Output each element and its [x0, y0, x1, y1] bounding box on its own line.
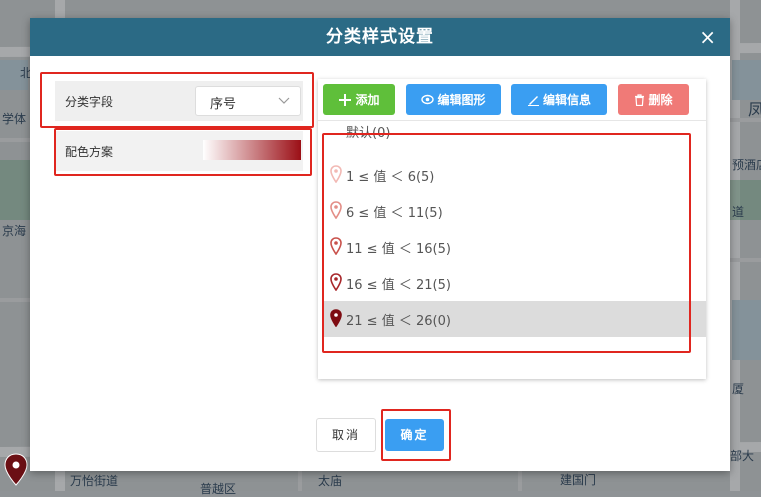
map-label: 道: [732, 205, 745, 219]
map-label: 普越区: [200, 482, 237, 496]
add-button[interactable]: 添加: [323, 84, 395, 115]
add-button-label: 添加: [355, 93, 380, 107]
dialog-header: 分类样式设置 ×: [30, 18, 730, 56]
map-label: 预酒店: [732, 158, 761, 172]
color-scheme-highlight: [54, 128, 312, 176]
delete-button[interactable]: 删除: [618, 84, 689, 115]
plus-icon: [339, 93, 352, 106]
class-list-highlight: [322, 133, 691, 353]
map-label: 京海: [2, 224, 27, 238]
dialog-title: 分类样式设置: [326, 27, 434, 47]
map-label: 太庙: [318, 474, 343, 488]
pencil-icon: [527, 96, 539, 106]
classification-style-dialog: 分类样式设置 × 分类字段 序号 配色方案 添加 编辑图形 编辑信息 删除 默认…: [30, 18, 730, 471]
field-highlight: [40, 72, 314, 128]
edit-shape-button[interactable]: 编辑图形: [406, 84, 501, 115]
cancel-button[interactable]: 取消: [316, 418, 376, 452]
map-label: 厦: [732, 382, 745, 396]
map-label: 凤: [748, 100, 761, 119]
map-label: 万怡街道: [70, 474, 119, 488]
close-icon[interactable]: ×: [699, 18, 716, 56]
edit-info-button[interactable]: 编辑信息: [511, 84, 607, 115]
trash-icon: [635, 93, 645, 106]
edit-info-button-label: 编辑信息: [542, 93, 591, 107]
map-label: 建国门: [560, 473, 597, 487]
edit-shape-button-label: 编辑图形: [437, 93, 486, 107]
map-label: 学体: [2, 112, 27, 126]
map-label: 部大: [730, 449, 755, 463]
ok-highlight: [381, 409, 451, 461]
delete-button-label: 删除: [648, 93, 673, 107]
eye-icon: [421, 94, 435, 105]
